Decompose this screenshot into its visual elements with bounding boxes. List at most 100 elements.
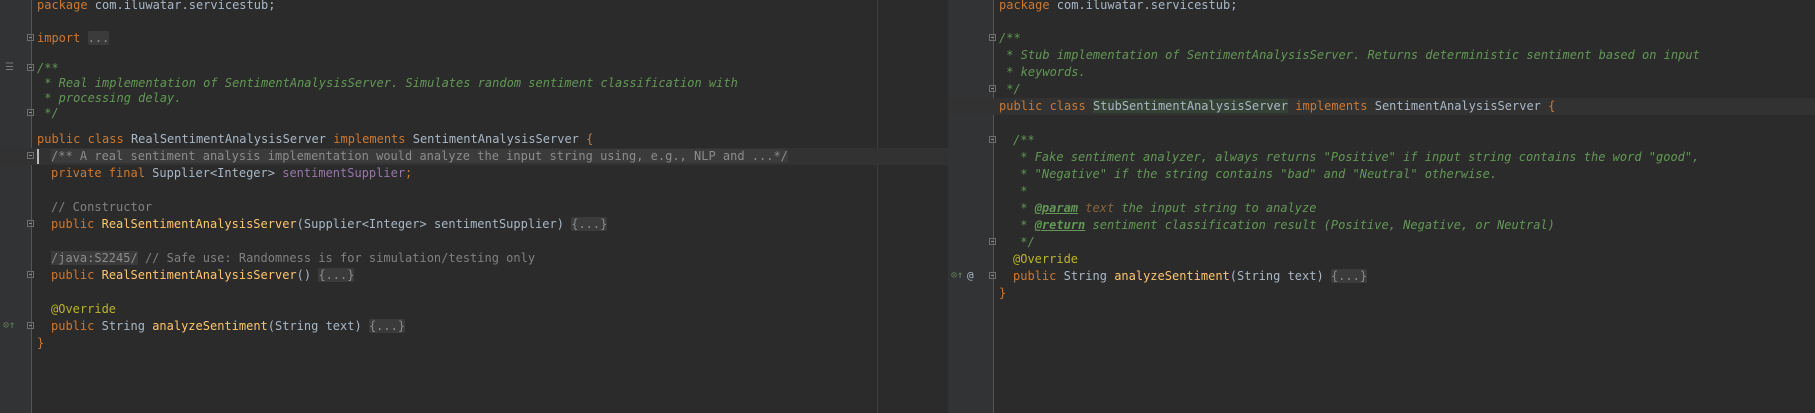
constructor-comment: // Constructor (51, 200, 153, 214)
fold-toggle-icon[interactable] (27, 220, 34, 227)
field-name[interactable]: sentimentSupplier (282, 166, 405, 180)
fold-toggle-icon[interactable] (989, 136, 996, 143)
javadoc-prefix: * (1013, 201, 1035, 215)
class-declaration-line[interactable]: public class StubSentimentAnalysisServer… (948, 98, 1815, 115)
javadoc-text: /** (999, 31, 1021, 45)
class-name[interactable]: RealSentimentAnalysisServer (131, 132, 326, 146)
fold-toggle-icon[interactable] (989, 272, 996, 279)
package-keyword: package (999, 0, 1050, 12)
fold-toggle-icon[interactable] (27, 271, 34, 278)
javadoc-line[interactable]: * "Negative" if the string contains "bad… (948, 166, 1815, 183)
close-brace: } (999, 286, 1007, 300)
line-comment[interactable]: // Constructor (0, 199, 948, 216)
close-brace: } (37, 336, 45, 350)
fold-toggle-icon[interactable] (27, 34, 34, 41)
javadoc-text: * Fake sentiment analyzer, always return… (1013, 150, 1700, 164)
param-name: text (1078, 201, 1115, 215)
at-icon[interactable]: @ (967, 270, 974, 282)
javadoc-text: /** (1013, 133, 1035, 147)
import-line[interactable]: import ... (0, 30, 948, 47)
javadoc-line[interactable]: * Fake sentiment analyzer, always return… (948, 149, 1815, 166)
suppress-comment: // Safe use: Randomness is for simulatio… (144, 251, 536, 265)
folded-method-body[interactable]: {...} (318, 268, 355, 282)
annotation-line[interactable]: @Override (0, 301, 948, 318)
annotation-line[interactable]: @Override (948, 251, 1815, 268)
constructor-line[interactable]: public RealSentimentAnalysisServer() {..… (0, 267, 948, 284)
import-folded-block[interactable]: ... (87, 31, 110, 45)
override-icon[interactable]: ⊙↑ (951, 270, 963, 282)
override-icon[interactable]: ⊙↑ (3, 320, 15, 332)
method-name[interactable]: analyzeSentiment (1114, 269, 1230, 283)
javadoc-prefix: * (1013, 218, 1035, 232)
fold-toggle-icon[interactable] (989, 34, 996, 41)
constructor-name[interactable]: RealSentimentAnalysisServer (102, 268, 297, 282)
implements-keyword: implements (1295, 99, 1368, 113)
javadoc-param-line[interactable]: * @param text the input string to analyz… (948, 200, 1815, 217)
closing-brace-line[interactable]: } (0, 335, 948, 352)
package-line[interactable]: package com.iluwatar.servicestub; (0, 0, 948, 14)
fold-toggle-icon[interactable] (989, 238, 996, 245)
return-type: String (101, 319, 145, 333)
implements-keyword: implements (333, 132, 406, 146)
field-line[interactable]: private final Supplier<Integer> sentimen… (0, 165, 948, 182)
javadoc-text: * keywords. (999, 65, 1086, 79)
javadoc-line[interactable]: * keywords. (948, 64, 1815, 81)
fold-toggle-icon[interactable] (27, 109, 34, 116)
open-brace: { (586, 132, 594, 146)
javadoc-text: * Stub implementation of SentimentAnalys… (999, 48, 1700, 62)
class-declaration-line[interactable]: public class RealSentimentAnalysisServer… (0, 131, 948, 148)
method-params: (String text) (1229, 269, 1324, 283)
param-description: the input string to analyze (1114, 201, 1317, 215)
render-doc-icon[interactable]: ☰ (5, 62, 14, 74)
package-name: com.iluwatar.servicestub; (1049, 0, 1238, 12)
return-description: sentiment classification result (Positiv… (1085, 218, 1555, 232)
constructor-name[interactable]: RealSentimentAnalysisServer (102, 217, 297, 231)
package-line[interactable]: package com.iluwatar.servicestub; (948, 0, 1815, 14)
interface-name[interactable]: SentimentAnalysisServer (1375, 99, 1541, 113)
constructor-line[interactable]: public RealSentimentAnalysisServer(Suppl… (0, 216, 948, 233)
class-modifiers: public class (999, 99, 1086, 113)
folded-comment-line[interactable]: /** A real sentiment analysis implementa… (0, 148, 948, 165)
public-keyword: public (51, 268, 95, 282)
public-keyword: public (51, 217, 95, 231)
interface-name[interactable]: SentimentAnalysisServer (413, 132, 579, 146)
method-name[interactable]: analyzeSentiment (152, 319, 268, 333)
field-modifiers: private final (51, 166, 145, 180)
constructor-params: (Supplier<Integer> sentimentSupplier) (296, 217, 564, 231)
class-name[interactable]: StubSentimentAnalysisServer (1092, 99, 1289, 113)
javadoc-line[interactable]: * (948, 183, 1815, 200)
return-tag[interactable]: @return (1035, 218, 1086, 232)
folded-method-body[interactable]: {...} (368, 319, 406, 333)
javadoc-line[interactable]: */ (948, 234, 1815, 251)
method-params: (String text) (267, 319, 362, 333)
right-editor[interactable]: package com.iluwatar.servicestub; /** * … (948, 0, 1815, 413)
constructor-params: () (296, 268, 312, 282)
semicolon: ; (405, 166, 413, 180)
suppress-line[interactable]: /java:S2245/ // Safe use: Randomness is … (0, 250, 948, 267)
param-tag[interactable]: @param (1035, 201, 1078, 215)
suppress-warning-tag: /java:S2245/ (51, 251, 138, 265)
javadoc-line[interactable]: */ (948, 81, 1815, 98)
folded-method-body[interactable]: {...} (571, 217, 608, 231)
override-annotation: @Override (1013, 252, 1079, 266)
open-brace: { (1548, 99, 1556, 113)
folded-method-body[interactable]: {...} (1330, 269, 1368, 283)
javadoc-line[interactable]: * Stub implementation of SentimentAnalys… (948, 47, 1815, 64)
javadoc-line[interactable]: */ (0, 105, 948, 122)
fold-toggle-icon[interactable] (27, 152, 34, 159)
closing-brace-line[interactable]: } (948, 285, 1815, 302)
class-modifiers: public class (37, 132, 124, 146)
folded-doc-comment[interactable]: /** A real sentiment analysis implementa… (51, 149, 788, 163)
javadoc-line[interactable]: /** (948, 30, 1815, 47)
fold-toggle-icon[interactable] (989, 85, 996, 92)
method-line[interactable]: ⊙↑ public String analyzeSentiment(String… (0, 318, 948, 335)
return-type: String (1063, 269, 1107, 283)
left-editor[interactable]: package com.iluwatar.servicestub; import… (0, 0, 948, 413)
javadoc-line[interactable]: /** (948, 132, 1815, 149)
fold-toggle-icon[interactable] (27, 322, 34, 329)
javadoc-return-line[interactable]: * @return sentiment classification resul… (948, 217, 1815, 234)
package-keyword: package (37, 0, 88, 12)
fold-toggle-icon[interactable] (27, 64, 34, 71)
method-line[interactable]: ⊙↑ @ public String analyzeSentiment(Stri… (948, 268, 1815, 285)
public-keyword: public (1013, 269, 1057, 283)
